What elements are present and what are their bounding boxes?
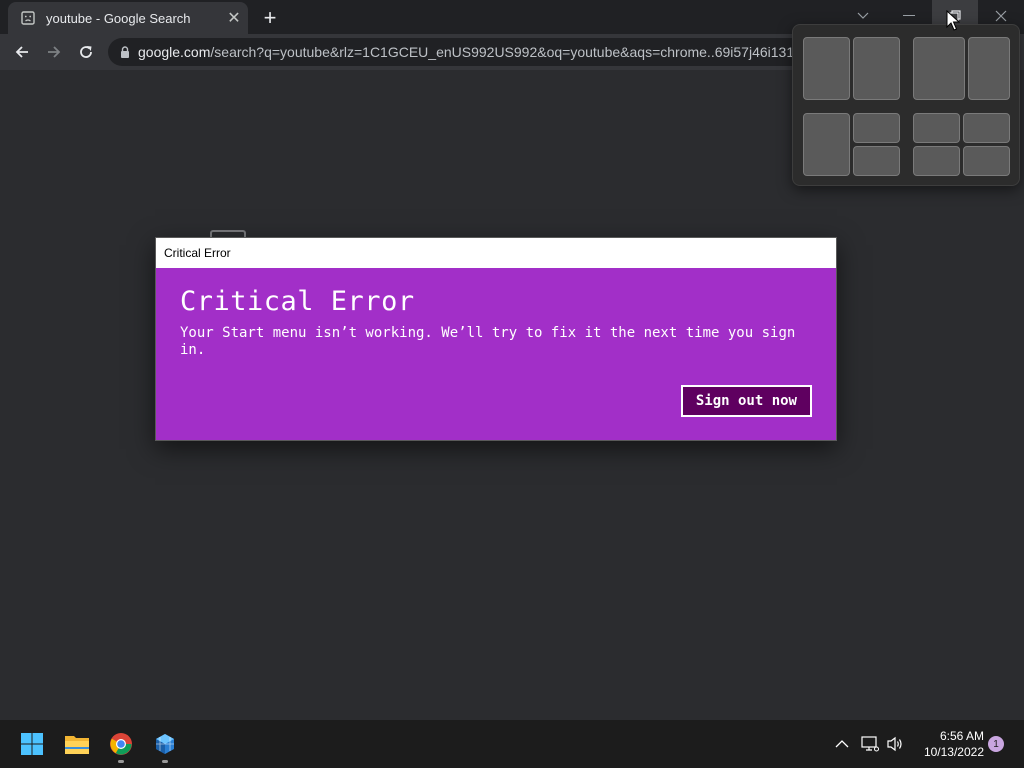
speaker-icon[interactable] <box>885 734 905 754</box>
running-indicator <box>162 760 168 763</box>
clock-time: 6:56 AM <box>939 729 984 743</box>
file-explorer-icon[interactable] <box>61 728 93 760</box>
snap-zone-half-right[interactable] <box>853 37 900 100</box>
dialog-window-title: Critical Error <box>164 246 231 260</box>
address-bar[interactable]: google.com/search?q=youtube&rlz=1C1GCEU_… <box>108 38 808 66</box>
snap-zone-left-column[interactable] <box>803 113 850 176</box>
sign-out-button[interactable]: Sign out now <box>680 385 812 417</box>
snap-zone-quad-bottom-right[interactable] <box>963 146 1010 176</box>
notification-badge[interactable]: 1 <box>988 736 1004 752</box>
clock-date: 10/13/2022 <box>923 745 984 759</box>
snap-zone-quad-bottom-left[interactable] <box>913 146 960 176</box>
critical-error-dialog: Critical Error Critical Error Your Start… <box>155 237 837 441</box>
plus-icon[interactable]: + <box>258 5 282 30</box>
chrome-icon[interactable] <box>105 728 137 763</box>
tab-youtube-search[interactable]: youtube - Google Search ✕ <box>8 2 248 34</box>
snap-zone-quad-top-right[interactable] <box>963 113 1010 143</box>
snap-layouts-flyout <box>792 24 1020 186</box>
dialog-titlebar: Critical Error <box>156 238 836 268</box>
dialog-body: Critical Error Your Start menu isn’t wor… <box>156 268 836 440</box>
network-icon[interactable] <box>860 734 880 754</box>
taskbar: 6:56 AM 10/13/2022 1 <box>0 720 1024 768</box>
snap-zone-bottom-right[interactable] <box>853 146 900 176</box>
sad-face-page-icon <box>20 10 36 26</box>
tab-title: youtube - Google Search <box>46 10 191 26</box>
chevron-up-icon[interactable] <box>832 734 852 754</box>
snap-zone-top-right[interactable] <box>853 113 900 143</box>
address-host: google.com <box>138 44 211 60</box>
address-path: /search?q=youtube&rlz=1C1GCEU_enUS992US9… <box>210 44 795 60</box>
dialog-heading: Critical Error <box>180 286 415 317</box>
running-indicator <box>118 760 124 763</box>
dialog-message: Your Start menu isn’t working. We’ll try… <box>180 325 796 358</box>
snap-zone-half-left[interactable] <box>803 37 850 100</box>
reload-icon[interactable] <box>72 38 100 66</box>
snap-zone-quad-top-left[interactable] <box>913 113 960 143</box>
snap-zone-wide-left[interactable] <box>913 37 965 100</box>
app-cube-icon[interactable] <box>149 728 181 763</box>
windows-start-icon[interactable] <box>16 728 48 760</box>
lock-icon[interactable] <box>120 46 130 58</box>
tab-close-icon[interactable]: ✕ <box>220 4 248 32</box>
arrow-left-icon[interactable] <box>8 38 36 66</box>
arrow-right-icon[interactable] <box>40 38 68 66</box>
snap-zone-narrow-right[interactable] <box>968 37 1010 100</box>
mouse-cursor-icon <box>946 9 961 32</box>
clock[interactable]: 6:56 AM 10/13/2022 <box>912 728 984 760</box>
